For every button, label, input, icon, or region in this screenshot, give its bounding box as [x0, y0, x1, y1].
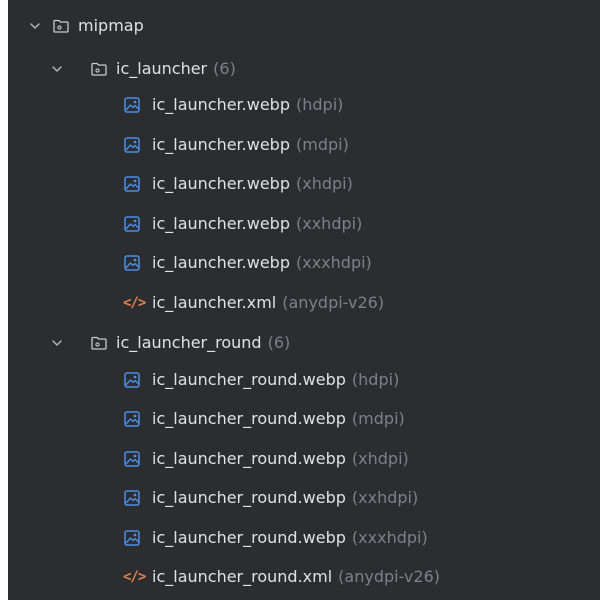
image-file-icon — [124, 137, 140, 153]
chevron-down-icon[interactable] — [50, 62, 64, 76]
tree-file-label: ic_launcher.webp (xxxhdpi) — [152, 244, 372, 282]
density-qualifier: (mdpi) — [296, 135, 349, 154]
chevron-down-icon[interactable] — [28, 19, 42, 33]
density-qualifier: (hdpi) — [351, 370, 400, 389]
file-name: ic_launcher.webp — [152, 253, 290, 272]
tree-node-mipmap[interactable]: mipmap — [8, 7, 600, 45]
tree-file-item[interactable]: ic_launcher.webp (mdpi) — [8, 126, 600, 164]
file-name: ic_launcher_round.webp — [152, 409, 346, 428]
folder-icon — [53, 19, 69, 33]
tree-file-item[interactable]: ic_launcher_round.webp (xxhdpi) — [8, 479, 600, 517]
tree-file-label: ic_launcher_round.webp (xxhdpi) — [152, 479, 418, 517]
density-qualifier: (xhdpi) — [351, 449, 409, 468]
folder-icon — [91, 62, 107, 76]
tree-file-item[interactable]: ic_launcher.webp (xxhdpi) — [8, 205, 600, 243]
folder-name: mipmap — [78, 16, 144, 35]
file-name: ic_launcher.webp — [152, 135, 290, 154]
tree-file-item[interactable]: ic_launcher.webp (xxxhdpi) — [8, 244, 600, 282]
file-name: ic_launcher.webp — [152, 174, 290, 193]
tree-file-label: ic_launcher.webp (hdpi) — [152, 86, 343, 124]
tree-file-label: ic_launcher_round.xml (anydpi-v26) — [152, 558, 440, 596]
density-qualifier: (xxxhdpi) — [351, 528, 428, 547]
tree-file-label: ic_launcher_round.webp (hdpi) — [152, 361, 399, 399]
folder-icon — [91, 336, 107, 350]
tree-file-label: ic_launcher.webp (xhdpi) — [152, 165, 353, 203]
file-name: ic_launcher.webp — [152, 214, 290, 233]
tree-file-label: ic_launcher_round.webp (xhdpi) — [152, 440, 409, 478]
tree-file-label: ic_launcher_round.webp (xxxhdpi) — [152, 519, 428, 557]
image-file-icon — [124, 411, 140, 427]
file-name: ic_launcher_round.webp — [152, 370, 346, 389]
tree-node-ic-launcher-round[interactable]: ic_launcher_round (6) — [8, 324, 600, 362]
density-qualifier: (anydpi-v26) — [282, 293, 385, 312]
tree-file-label: ic_launcher.webp (mdpi) — [152, 126, 349, 164]
file-count: (6) — [267, 333, 291, 352]
file-name: ic_launcher.xml — [152, 293, 277, 312]
file-name: ic_launcher_round.webp — [152, 488, 346, 507]
tree-file-item[interactable]: </> ic_launcher_round.xml (anydpi-v26) — [8, 558, 600, 596]
density-qualifier: (mdpi) — [351, 409, 405, 428]
tree-node-ic-launcher[interactable]: ic_launcher (6) — [8, 50, 600, 88]
image-file-icon — [124, 372, 140, 388]
tree-file-label: ic_launcher.xml (anydpi-v26) — [152, 284, 384, 322]
density-qualifier: (xxhdpi) — [296, 214, 363, 233]
image-file-icon — [124, 530, 140, 546]
chevron-down-icon[interactable] — [50, 336, 64, 350]
file-name: ic_launcher.webp — [152, 95, 290, 114]
folder-name: ic_launcher_round — [116, 333, 262, 352]
file-name: ic_launcher_round.webp — [152, 528, 346, 547]
image-file-icon — [124, 255, 140, 271]
image-file-icon — [124, 451, 140, 467]
tree-file-item[interactable]: ic_launcher.webp (hdpi) — [8, 86, 600, 124]
tree-file-item[interactable]: ic_launcher_round.webp (hdpi) — [8, 361, 600, 399]
tree-file-label: ic_launcher_round.webp (mdpi) — [152, 400, 405, 438]
tree-file-item[interactable]: ic_launcher_round.webp (xhdpi) — [8, 440, 600, 478]
file-count: (6) — [213, 59, 236, 78]
tree-node-label: ic_launcher_round (6) — [116, 324, 290, 362]
tree-file-label: ic_launcher.webp (xxhdpi) — [152, 205, 362, 243]
density-qualifier: (hdpi) — [296, 95, 344, 114]
image-file-icon — [124, 490, 140, 506]
xml-file-icon: </> — [123, 569, 146, 585]
tree-file-item[interactable]: ic_launcher_round.webp (xxxhdpi) — [8, 519, 600, 557]
tree-node-label: mipmap — [78, 7, 144, 45]
tree-file-item[interactable]: ic_launcher.webp (xhdpi) — [8, 165, 600, 203]
density-qualifier: (xhdpi) — [296, 174, 353, 193]
tree-file-item[interactable]: </> ic_launcher.xml (anydpi-v26) — [8, 284, 600, 322]
image-file-icon — [124, 216, 140, 232]
density-qualifier: (xxxhdpi) — [296, 253, 372, 272]
image-file-icon — [124, 176, 140, 192]
file-name: ic_launcher_round.xml — [152, 567, 333, 586]
folder-name: ic_launcher — [116, 59, 208, 78]
density-qualifier: (xxhdpi) — [351, 488, 419, 507]
density-qualifier: (anydpi-v26) — [338, 567, 440, 586]
image-file-icon — [124, 97, 140, 113]
tree-file-item[interactable]: ic_launcher_round.webp (mdpi) — [8, 400, 600, 438]
file-name: ic_launcher_round.webp — [152, 449, 346, 468]
xml-file-icon: </> — [123, 295, 146, 311]
tree-node-label: ic_launcher (6) — [116, 50, 236, 88]
project-tree-panel: mipmap ic_launcher (6) ic_launcher.webp (h… — [8, 0, 600, 600]
